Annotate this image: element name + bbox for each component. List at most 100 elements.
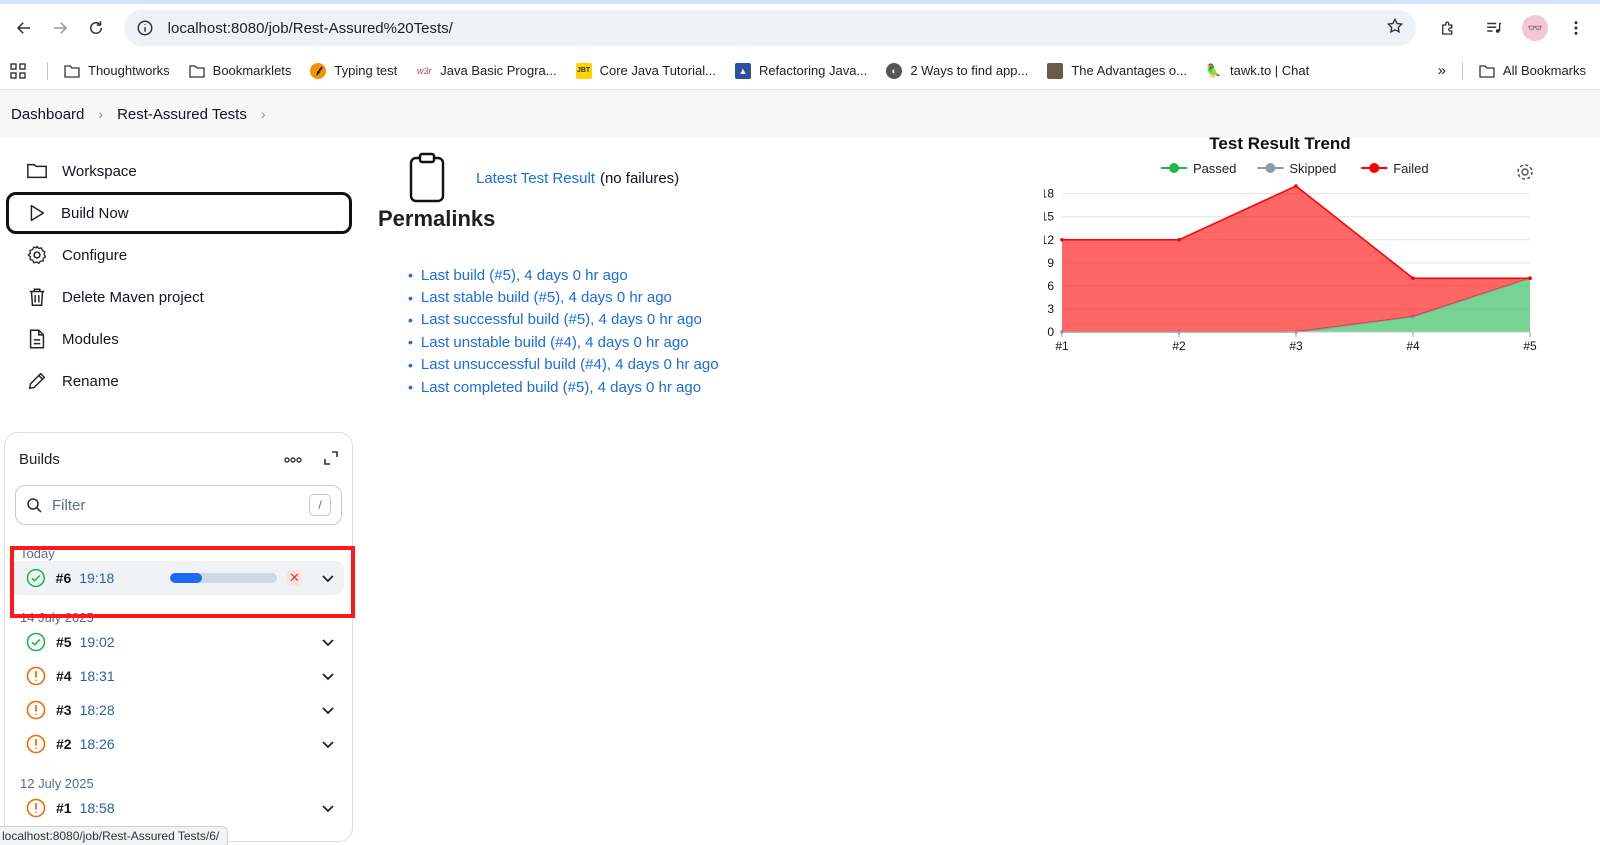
chevron-down-icon[interactable] bbox=[320, 702, 336, 718]
permalink-last-stable[interactable]: Last stable build (#5), 4 days 0 hr ago bbox=[421, 289, 672, 306]
builds-expand-button[interactable] bbox=[324, 450, 338, 468]
stop-build-button[interactable]: ✕ bbox=[286, 570, 303, 586]
task-build-now[interactable]: Build Now bbox=[6, 192, 352, 234]
bookmark-tawk[interactable]: 🦜 tawk.to | Chat bbox=[1206, 63, 1309, 79]
build-time[interactable]: 18:31 bbox=[80, 668, 320, 684]
permalink-last-build[interactable]: Last build (#5), 4 days 0 hr ago bbox=[421, 267, 628, 284]
chevron-down-icon[interactable] bbox=[320, 634, 336, 650]
chevron-down-icon[interactable] bbox=[320, 570, 336, 586]
bookmark-label: Java Basic Progra... bbox=[440, 63, 557, 78]
build-number[interactable]: #4 bbox=[56, 668, 72, 684]
main-panel: Latest Test Result (no failures) Permali… bbox=[378, 150, 719, 398]
build-number[interactable]: #3 bbox=[56, 702, 72, 718]
w3r-icon: w3r bbox=[417, 65, 432, 76]
bookmark-label: Refactoring Java... bbox=[758, 63, 868, 78]
chart-settings-gear-icon[interactable] bbox=[1517, 164, 1533, 180]
globe-icon: ◐ bbox=[886, 62, 903, 79]
build-row-2[interactable]: #2 18:26 bbox=[11, 727, 344, 761]
build-row-1[interactable]: #1 18:58 bbox=[11, 791, 344, 825]
build-group-label: Today bbox=[20, 546, 55, 561]
build-row-6[interactable]: #6 19:18 ✕ bbox=[11, 561, 344, 595]
builds-more-button[interactable] bbox=[284, 451, 302, 467]
build-time[interactable]: 19:18 bbox=[79, 570, 114, 586]
permalink-last-completed[interactable]: Last completed build (#5), 4 days 0 hr a… bbox=[421, 379, 701, 396]
browser-menu-button[interactable] bbox=[1558, 10, 1594, 46]
permalinks-list: Last build (#5), 4 days 0 hr ago Last st… bbox=[408, 264, 719, 398]
filter-shortcut-key: / bbox=[309, 494, 331, 516]
task-modules[interactable]: Modules bbox=[6, 318, 352, 360]
build-row-5[interactable]: #5 19:02 bbox=[11, 625, 344, 659]
build-number[interactable]: #1 bbox=[56, 800, 72, 816]
build-history-panel: Builds Filter / Today #6 19:18 ✕ 14 July… bbox=[4, 432, 353, 842]
build-time[interactable]: 19:02 bbox=[80, 634, 320, 650]
address-bar[interactable]: localhost:8080/job/Rest-Assured%20Tests/ bbox=[123, 10, 1416, 46]
bookmark-star-button[interactable] bbox=[1386, 17, 1404, 40]
breadcrumb-job[interactable]: Rest-Assured Tests bbox=[117, 106, 247, 123]
build-row-4[interactable]: #4 18:31 bbox=[11, 659, 344, 693]
breadcrumb-dashboard[interactable]: Dashboard bbox=[11, 106, 84, 123]
latest-test-result-link[interactable]: Latest Test Result bbox=[476, 170, 595, 187]
gear-icon bbox=[27, 245, 47, 265]
permalink-last-successful[interactable]: Last successful build (#5), 4 days 0 hr … bbox=[421, 311, 702, 328]
media-button[interactable] bbox=[1476, 10, 1512, 46]
point-failed bbox=[1411, 276, 1415, 281]
task-delete-maven-project[interactable]: Delete Maven project bbox=[6, 276, 352, 318]
build-number[interactable]: #5 bbox=[56, 634, 72, 650]
task-rename[interactable]: Rename bbox=[6, 360, 352, 402]
build-filter-input[interactable]: Filter / bbox=[15, 485, 342, 525]
legend-label: Passed bbox=[1193, 161, 1236, 176]
parrot-icon: 🦜 bbox=[1205, 62, 1223, 78]
url-text[interactable]: localhost:8080/job/Rest-Assured%20Tests/ bbox=[168, 20, 1386, 37]
bookmark-typing-test[interactable]: 𝒻 Typing test bbox=[310, 62, 397, 79]
x-tick-label: #5 bbox=[1523, 339, 1537, 353]
build-group-label: 12 July 2025 bbox=[20, 776, 94, 791]
bookmark-advantages[interactable]: The Advantages o... bbox=[1047, 62, 1187, 79]
chevron-down-icon[interactable] bbox=[320, 736, 336, 752]
chevron-down-icon[interactable] bbox=[320, 668, 336, 684]
bookmark-refactoring-java[interactable]: ▲ Refactoring Java... bbox=[734, 62, 868, 79]
bookmarks-divider bbox=[1461, 61, 1463, 80]
build-row-3[interactable]: #3 18:28 bbox=[11, 693, 344, 727]
bookmarks-bar: Thoughtworks Bookmarklets 𝒻 Typing test … bbox=[0, 52, 1600, 90]
bookmark-label: 2 Ways to find app... bbox=[910, 63, 1029, 78]
apps-button[interactable] bbox=[10, 62, 26, 79]
chevron-down-icon[interactable] bbox=[320, 800, 336, 816]
x-tick-label: #4 bbox=[1406, 339, 1420, 353]
build-number[interactable]: #6 bbox=[56, 570, 72, 586]
task-label: Configure bbox=[62, 246, 128, 264]
task-configure[interactable]: Configure bbox=[6, 234, 352, 276]
x-tick-label: #1 bbox=[1055, 339, 1069, 353]
all-bookmarks-button[interactable]: All Bookmarks bbox=[1479, 63, 1586, 79]
build-time[interactable]: 18:28 bbox=[80, 702, 320, 718]
build-number[interactable]: #2 bbox=[56, 736, 72, 752]
arrow-right-icon bbox=[53, 22, 67, 34]
y-tick-label: 9 bbox=[1047, 256, 1054, 270]
y-tick-label: 12 bbox=[1044, 233, 1054, 247]
permalink-last-unsuccessful[interactable]: Last unsuccessful build (#4), 4 days 0 h… bbox=[421, 356, 719, 373]
more-vertical-icon bbox=[1574, 21, 1578, 35]
permalink-last-unstable[interactable]: Last unstable build (#4), 4 days 0 hr ag… bbox=[421, 334, 689, 351]
bookmark-java-basic[interactable]: w3r Java Basic Progra... bbox=[416, 63, 557, 79]
build-time[interactable]: 18:58 bbox=[80, 800, 320, 816]
extensions-button[interactable] bbox=[1430, 10, 1466, 46]
list-item: Last stable build (#5), 4 days 0 hr ago bbox=[408, 286, 719, 308]
legend-swatch-dot bbox=[1169, 163, 1179, 173]
point-failed bbox=[1528, 276, 1532, 281]
bookmark-2-ways[interactable]: ◐ 2 Ways to find app... bbox=[886, 62, 1029, 79]
y-tick-label: 18 bbox=[1044, 187, 1054, 201]
more-bookmarks-button[interactable]: » bbox=[1438, 62, 1446, 79]
profile-avatar[interactable]: 👓 bbox=[1521, 15, 1548, 41]
filter-placeholder: Filter bbox=[52, 496, 86, 514]
build-time[interactable]: 18:26 bbox=[80, 736, 320, 752]
bookmark-thoughtworks[interactable]: Thoughtworks bbox=[64, 63, 170, 79]
back-button[interactable] bbox=[6, 10, 42, 46]
forward-button[interactable] bbox=[42, 10, 78, 46]
reload-button[interactable] bbox=[78, 10, 114, 46]
bookmark-label: Thoughtworks bbox=[88, 63, 170, 78]
bookmark-bookmarklets[interactable]: Bookmarklets bbox=[189, 63, 291, 79]
bookmark-core-java[interactable]: JBT Core Java Tutorial... bbox=[575, 62, 716, 79]
legend-swatch-dot bbox=[1265, 163, 1276, 173]
task-workspace[interactable]: Workspace bbox=[6, 150, 352, 192]
chevron-right-icon[interactable]: › bbox=[261, 106, 266, 122]
apps-grid-icon bbox=[10, 62, 26, 79]
